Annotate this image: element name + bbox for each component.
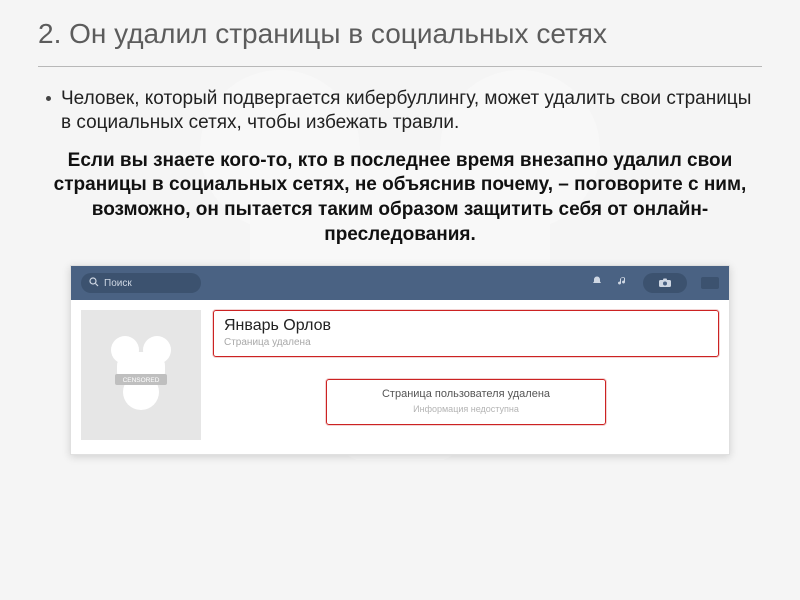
deleted-subtitle: Информация недоступна [355,404,577,414]
avatar: CENSORED [81,310,201,440]
social-topbar: Поиск [71,266,729,300]
search-placeholder: Поиск [104,278,132,289]
name-highlight-frame: Январь Орлов Страница удалена [213,310,719,357]
profile-name: Январь Орлов [224,317,708,335]
menu-button[interactable] [701,277,719,289]
avatar-label: CENSORED [123,377,160,384]
deleted-title: Страница пользователя удалена [355,388,577,400]
bullet-dot [46,96,51,101]
search-field[interactable]: Поиск [81,273,201,293]
camera-pill[interactable] [643,273,687,293]
bell-icon[interactable] [591,274,603,292]
search-icon [89,277,99,290]
deleted-notice-frame: Страница пользователя удалена Информация… [326,379,606,425]
music-icon[interactable] [617,274,629,292]
social-profile-card: Поиск [70,265,730,455]
bold-paragraph: Если вы знаете кого-то, кто в последнее … [42,149,758,248]
slide-title: 2. Он удалил страницы в социальных сетях [38,18,762,67]
profile-status: Страница удалена [224,337,708,348]
bullet-text: Человек, который подвергается кибербулли… [61,87,754,135]
bullet-item: Человек, который подвергается кибербулли… [46,87,754,135]
